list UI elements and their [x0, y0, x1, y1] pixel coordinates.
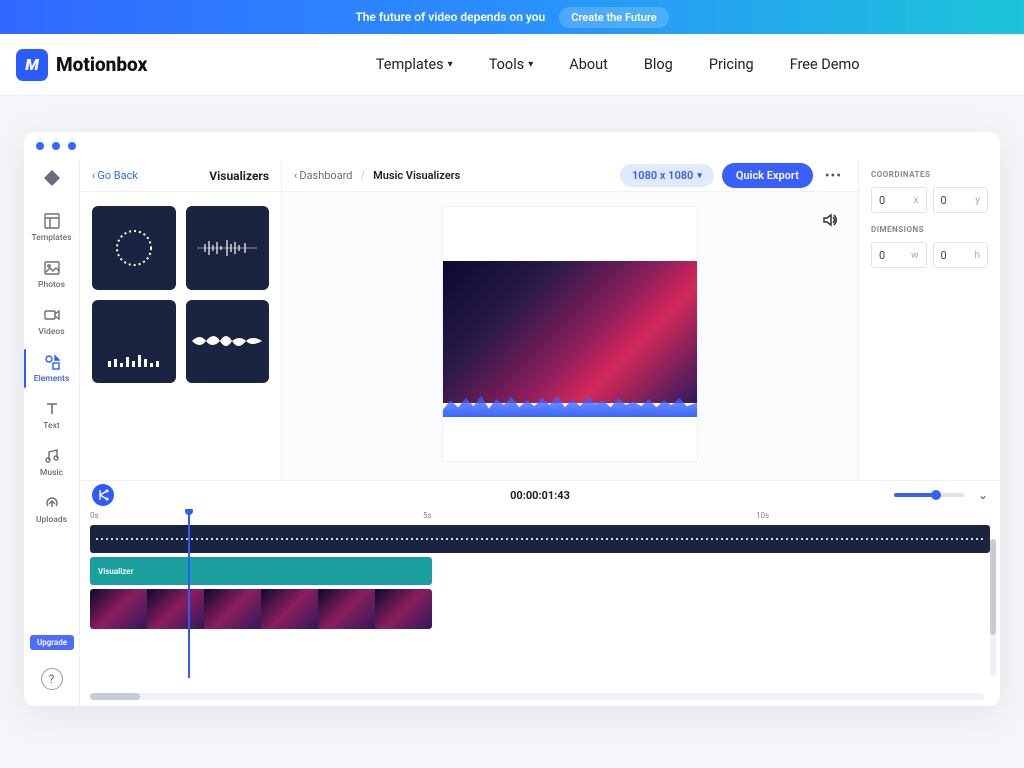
timeline-ruler[interactable]: 0s 5s 10s: [90, 511, 990, 525]
site-nav: M Motionbox Templates▾ Tools▾ About Blog…: [0, 34, 1024, 96]
split-clip-button[interactable]: [92, 484, 114, 506]
banner-text: The future of video depends on you: [355, 10, 545, 24]
dim-h-input[interactable]: 0h: [933, 242, 989, 268]
go-back-link[interactable]: ‹Go Back: [92, 169, 138, 182]
video-track[interactable]: [90, 589, 432, 629]
timecode-display: 00:00:01:43: [510, 489, 570, 502]
text-icon: [43, 400, 61, 418]
banner-cta-button[interactable]: Create the Future: [559, 7, 668, 28]
rail-photos[interactable]: Photos: [24, 251, 80, 298]
quick-export-button[interactable]: Quick Export: [722, 163, 813, 188]
more-menu-icon[interactable]: •••: [821, 168, 846, 184]
window-traffic-lights: [24, 132, 1000, 160]
promo-banner: The future of video depends on you Creat…: [0, 0, 1024, 34]
logo-mark: M: [16, 49, 48, 81]
canvas-area: ‹Dashboard / Music Visualizers 1080 x 10…: [282, 160, 858, 480]
brand-logo[interactable]: M Motionbox: [16, 49, 147, 81]
resolution-selector[interactable]: 1080 x 1080▾: [620, 164, 714, 187]
chevron-down-icon: ▾: [528, 59, 533, 70]
upgrade-button[interactable]: Upgrade: [30, 635, 74, 650]
asset-panel: ‹Go Back Visualizers: [80, 160, 282, 480]
properties-panel: COORDINATES 0x 0y DIMENSIONS 0w 0h: [858, 160, 1000, 480]
app-logo-icon[interactable]: [40, 166, 64, 190]
chevron-left-icon: ‹: [294, 169, 297, 182]
rail-elements[interactable]: Elements: [24, 345, 80, 392]
timeline-h-scrollbar[interactable]: [90, 693, 984, 700]
chevron-down-icon: ▾: [697, 171, 702, 181]
coord-y-input[interactable]: 0y: [933, 187, 989, 213]
visualizer-bars[interactable]: [92, 300, 176, 384]
templates-icon: [43, 212, 61, 230]
dimensions-label: DIMENSIONS: [871, 225, 988, 234]
audio-toggle-icon[interactable]: [822, 212, 838, 228]
timeline-collapse-icon[interactable]: ⌄: [978, 488, 988, 502]
nav-pricing[interactable]: Pricing: [709, 56, 754, 73]
rail-videos[interactable]: Videos: [24, 298, 80, 345]
rail-templates[interactable]: Templates: [24, 204, 80, 251]
nav-templates[interactable]: Templates▾: [376, 56, 453, 73]
coordinates-label: COORDINATES: [871, 170, 988, 179]
help-button[interactable]: ?: [41, 668, 63, 690]
dim-w-input[interactable]: 0w: [871, 242, 927, 268]
rail-uploads[interactable]: Uploads: [24, 486, 80, 533]
timeline: 00:00:01:43 ⌄ 0s 5s 10s Visualizer: [80, 480, 1000, 706]
nav-about[interactable]: About: [569, 56, 608, 73]
coord-x-input[interactable]: 0x: [871, 187, 927, 213]
visualizer-circle[interactable]: [92, 206, 176, 290]
nav-free-demo[interactable]: Free Demo: [790, 56, 860, 73]
app-window: Templates Photos Videos Elements Text Mu…: [24, 132, 1000, 706]
tool-rail: Templates Photos Videos Elements Text Mu…: [24, 160, 80, 706]
audio-track[interactable]: [90, 525, 990, 553]
logo-text: Motionbox: [56, 53, 147, 76]
nav-tools[interactable]: Tools▾: [489, 56, 534, 73]
rail-text[interactable]: Text: [24, 392, 80, 439]
preview-video-frame: [443, 261, 697, 403]
nav-blog[interactable]: Blog: [644, 56, 673, 73]
playhead[interactable]: [188, 509, 190, 678]
visualizer-blob[interactable]: [186, 300, 270, 384]
photos-icon: [43, 259, 61, 277]
timeline-v-scrollbar[interactable]: [990, 539, 996, 676]
rail-music[interactable]: Music: [24, 439, 80, 486]
canvas-preview[interactable]: [442, 206, 698, 462]
breadcrumb-current: Music Visualizers: [373, 169, 460, 182]
visualizer-waveform[interactable]: [186, 206, 270, 290]
uploads-icon: [43, 494, 61, 512]
elements-icon: [43, 353, 61, 371]
panel-title: Visualizers: [209, 169, 269, 183]
videos-icon: [43, 306, 61, 324]
breadcrumb-dashboard[interactable]: ‹Dashboard: [294, 169, 353, 182]
zoom-slider[interactable]: [894, 493, 964, 497]
chevron-down-icon: ▾: [448, 59, 453, 70]
visualizer-track[interactable]: Visualizer: [90, 557, 432, 585]
music-icon: [43, 447, 61, 465]
chevron-left-icon: ‹: [92, 169, 95, 182]
